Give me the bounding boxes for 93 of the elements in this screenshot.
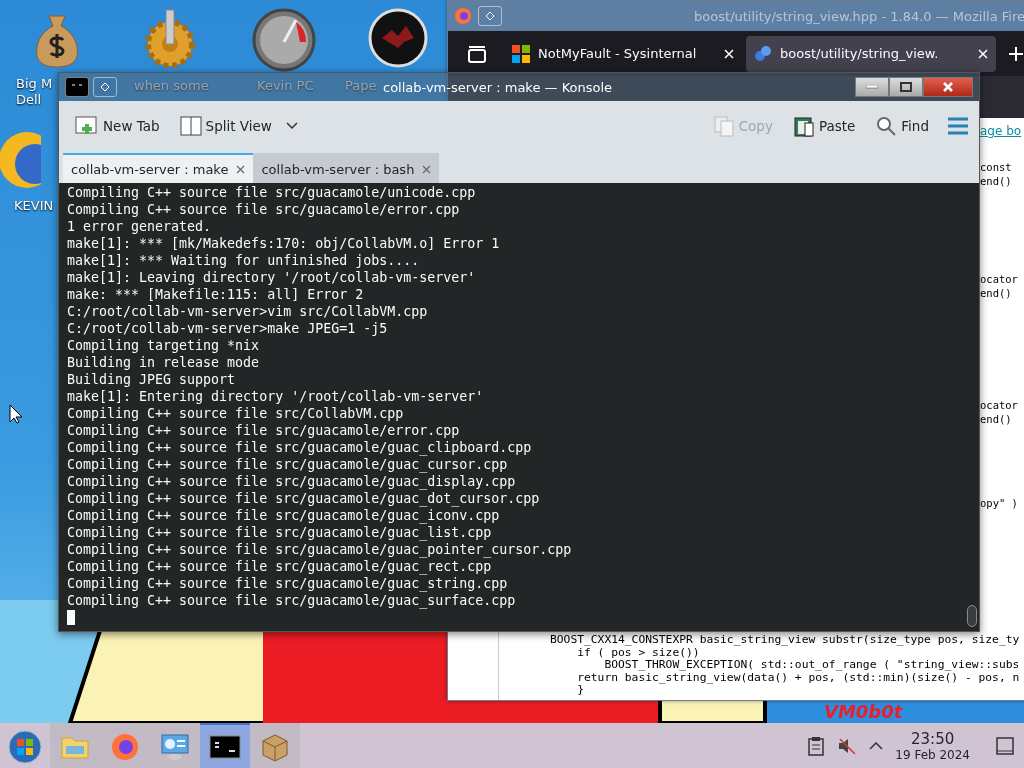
plus-icon[interactable]	[1008, 45, 1024, 62]
taskbar-app-button[interactable]	[200, 723, 250, 768]
code-line: ocator	[980, 398, 1018, 412]
close-icon	[724, 48, 734, 59]
terminal-line: C:/root/collab-vm-server>make JPEG=1 -j5	[67, 320, 389, 337]
firefox-icon	[110, 731, 140, 762]
code-line: BOOST_CXX14_CONSTEXPR basic_string_view substr(size_type pos, size_ty	[550, 634, 1020, 646]
text-cursor	[67, 610, 75, 625]
browser-tab[interactable]: NotMyFault - Sysinternal	[504, 35, 742, 72]
code-line: }	[576, 684, 585, 697]
code-line: BOOST_THROW_EXCEPTION( std::out_of_range ( "string_view::subs	[603, 659, 1020, 672]
code-line: end()	[980, 174, 1013, 188]
terminal-line: C:/root/collab-vm-server>vim src/CollabVM.cpp	[67, 303, 429, 320]
start-orb-icon	[8, 729, 42, 764]
terminal-line: 1 error generated.	[67, 218, 213, 235]
terminal-line: Compiling C++ source file src/guacamole/guac_list.cpp	[67, 524, 493, 541]
terminal-line: Compiling targeting *nix	[67, 337, 261, 354]
speaker-muted-icon[interactable]	[837, 735, 858, 756]
tiles-icon	[512, 44, 530, 63]
terminal-line: make[1]: *** [mk/Makedefs:170: obj/CollabVM.o] Error 1	[67, 235, 501, 252]
code-line: const	[980, 160, 1013, 174]
search-icon	[875, 115, 898, 137]
clock[interactable]: 23:50 19 Feb 2024	[895, 729, 970, 762]
terminal-tab[interactable]: collab-vm-server : bash	[253, 153, 440, 183]
code-line: opy" )	[980, 496, 1018, 510]
caret-up-icon[interactable]	[869, 741, 884, 750]
terminal-line: Compiling C++ source file src/guacamole/guac_pointer_cursor.cpp	[67, 541, 573, 558]
terminal-line: Compiling C++ source file src/guacamole/error.cpp	[67, 422, 461, 439]
terminal-line: Compiling C++ source file src/guacamole/guac_iconv.cpp	[67, 507, 501, 524]
menu-icon[interactable]	[947, 117, 969, 135]
window-menu-button[interactable]	[478, 6, 502, 26]
terminal-line: Compiling C++ source file src/guacamole/guac_rect.cpp	[67, 558, 493, 575]
terminal-line: Compiling C++ source file src/guacamole/guac_surface.cpp	[67, 592, 517, 609]
close-button[interactable]	[923, 77, 973, 97]
gauge-icon[interactable]	[252, 8, 316, 72]
window-title: collab-vm-server : make — Konsole	[383, 79, 613, 95]
code-line: if ( pos > size())	[577, 646, 700, 660]
terminal-line: Compiling C++ source file src/CollabVM.cpp	[67, 405, 405, 422]
clipboard-icon	[792, 115, 815, 137]
maximize-icon	[900, 82, 912, 92]
sun-globe-icon[interactable]	[0, 130, 41, 190]
code-line: end()	[980, 412, 1013, 426]
terminal-line: make[1]: Leaving directory '/root/collab-vm-server'	[67, 269, 477, 286]
browser-tab[interactable]: boost/utility/string_view.	[746, 35, 996, 72]
terminal-line: make: *** [Makefile:115: all] Error 2	[67, 286, 365, 303]
diamond-icon	[100, 82, 110, 92]
chevron-down-icon	[285, 122, 298, 130]
toolbar-button[interactable]: Paste	[786, 111, 862, 141]
mouse-pointer-icon	[9, 404, 23, 424]
link[interactable]: age bo	[980, 124, 1022, 138]
close-icon	[942, 81, 954, 93]
toolbar-button[interactable]: New Tab	[69, 112, 166, 140]
new-tab-icon	[75, 116, 99, 136]
code-line: ocator	[980, 272, 1018, 286]
show-desktop-icon[interactable]	[996, 736, 1014, 755]
minimize-icon	[866, 85, 878, 89]
terminal-line: Compiling C++ source file src/guacamole/guac_display.cpp	[67, 473, 517, 490]
code-line: return basic_string_view(data() + pos, (std::min)(size() - pos, n	[576, 671, 1020, 685]
terminal-line: Compiling C++ source file src/guacamole/error.cpp	[67, 201, 461, 218]
terminal-line: Compiling C++ source file src/guacamole/guac_string.cpp	[67, 575, 509, 592]
spheres-icon	[754, 44, 772, 63]
wallpaper-text: VM0b0t	[824, 701, 903, 722]
terminal-icon	[209, 734, 241, 759]
copy-icon	[712, 115, 735, 137]
dark-disc-icon[interactable]	[368, 8, 428, 68]
desktop-icon-label[interactable]: Big M	[16, 76, 53, 92]
window-title: boost/utility/string_view.hpp - 1.84.0 — Mozilla Fire	[694, 8, 1024, 24]
diamond-icon	[485, 11, 495, 21]
terminal-output[interactable]	[59, 183, 979, 631]
toolbar-button[interactable]: Split View	[173, 112, 304, 140]
terminal-line: make[1]: Entering directory '/root/collab-vm-server'	[67, 388, 485, 405]
tab-list-icon[interactable]	[466, 43, 488, 64]
toolbar-button[interactable]: Find	[869, 111, 935, 141]
terminal-line: Compiling C++ source file src/guacamole/guac_dot_cursor.cpp	[67, 490, 541, 507]
computer-screen-icon	[159, 731, 191, 762]
terminal-line: Compiling C++ source file src/guacamole/guac_cursor.cpp	[67, 456, 509, 473]
clipboard-icon[interactable]	[807, 735, 826, 756]
split-view-icon	[179, 116, 202, 136]
terminal-tab[interactable]: collab-vm-server : make	[63, 153, 254, 183]
terminal-line: Building JPEG support	[67, 371, 237, 388]
close-icon	[236, 164, 246, 174]
scrollbar-thumb[interactable]	[967, 605, 977, 627]
terminal-line: make[1]: *** Waiting for unfinished jobs....	[67, 252, 421, 269]
desktop-icon-label[interactable]: Dell	[16, 92, 42, 108]
close-icon	[978, 48, 988, 59]
terminal-line: Compiling C++ source file src/guacamole/guac_clipboard.cpp	[67, 439, 533, 456]
close-icon	[422, 164, 432, 174]
terminal-line: Compiling C++ source file src/guacamole/unicode.cpp	[67, 184, 477, 201]
code-line: end()	[980, 286, 1013, 300]
window-menu-button[interactable]	[93, 77, 117, 97]
maximize-button[interactable]	[889, 77, 923, 97]
terminal-line: Building in release mode	[67, 354, 261, 371]
app-menu-button[interactable]	[65, 77, 89, 97]
